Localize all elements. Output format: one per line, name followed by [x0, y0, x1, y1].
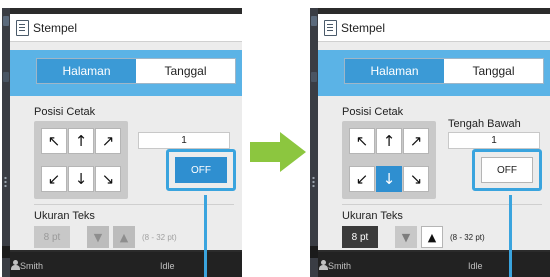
decrease-size-button[interactable]: ▼ [87, 226, 109, 248]
increase-size-button[interactable]: ▲ [113, 226, 135, 248]
off-button[interactable]: OFF [481, 157, 533, 183]
bezel-strip [310, 8, 318, 277]
tab-halaman[interactable]: Halaman [345, 59, 444, 83]
user-icon [319, 260, 328, 270]
size-range-text: (8 - 32 pt) [450, 233, 485, 242]
dialog-header: Stempel [318, 14, 550, 42]
document-icon [324, 19, 337, 36]
user-icon [11, 260, 20, 270]
callout-line [509, 195, 512, 277]
print-position-label: Posisi Cetak [342, 106, 404, 118]
top-right-arrow-button[interactable]: ↗ [95, 128, 121, 154]
bezel-indicator [3, 72, 9, 82]
position-pad: ↖ ↑ ↗ ↙ ↓ ↘ [342, 121, 436, 199]
bezel-strip [2, 8, 10, 277]
top-left-arrow-button[interactable]: ↖ [41, 128, 67, 154]
dialog-title: Stempel [33, 20, 78, 35]
decrease-size-button[interactable]: ▼ [395, 226, 417, 248]
bottom-left-arrow-button[interactable]: ↙ [41, 166, 67, 192]
callout-line [204, 195, 207, 277]
machine-status: Idle [160, 261, 175, 271]
bezel-edge [2, 246, 10, 258]
off-button[interactable]: OFF [175, 157, 227, 183]
tab-bar: Halaman Tanggal [36, 58, 236, 84]
tab-halaman[interactable]: Halaman [37, 59, 136, 83]
bezel-indicator [311, 72, 317, 82]
stamp-dialog: Stempel Halaman Tanggal Posisi Cetak Ten… [318, 14, 550, 250]
bezel-edge [310, 246, 318, 258]
bezel-grip-icon [4, 176, 7, 188]
bezel-indicator [311, 16, 317, 26]
text-size-value[interactable]: 8 pt [34, 226, 70, 248]
bottom-center-arrow-button[interactable]: ↓ [68, 166, 94, 192]
status-bar: Smith Idle [10, 252, 242, 277]
top-center-arrow-button[interactable]: ↑ [68, 128, 94, 154]
divider [342, 204, 542, 205]
machine-status: Idle [468, 261, 483, 271]
tab-tanggal[interactable]: Tanggal [136, 59, 235, 83]
page-count-field[interactable]: 1 [448, 132, 540, 149]
bottom-right-arrow-button[interactable]: ↘ [95, 166, 121, 192]
document-icon [16, 19, 29, 36]
bezel-indicator [3, 16, 9, 26]
tab-tanggal[interactable]: Tanggal [444, 59, 543, 83]
tab-bar: Halaman Tanggal [344, 58, 544, 84]
stamp-dialog: Stempel Halaman Tanggal Posisi Cetak ↖ ↑… [10, 14, 242, 250]
position-pad: ↖ ↑ ↗ ↙ ↓ ↘ [34, 121, 128, 199]
transition-arrow-icon [250, 132, 306, 172]
user-name: Smith [328, 261, 352, 271]
top-left-arrow-button[interactable]: ↖ [349, 128, 375, 154]
top-right-arrow-button[interactable]: ↗ [403, 128, 429, 154]
status-bar: Smith Idle [318, 252, 550, 277]
top-center-arrow-button[interactable]: ↑ [376, 128, 402, 154]
increase-size-button[interactable]: ▲ [421, 226, 443, 248]
text-size-value[interactable]: 8 pt [342, 226, 378, 248]
size-range-text: (8 - 32 pt) [142, 233, 177, 242]
left-screen: Stempel Halaman Tanggal Posisi Cetak ↖ ↑… [2, 8, 242, 277]
dialog-header: Stempel [10, 14, 242, 42]
print-position-label: Posisi Cetak [34, 106, 96, 118]
bottom-left-arrow-button[interactable]: ↙ [349, 166, 375, 192]
bottom-right-arrow-button[interactable]: ↘ [403, 166, 429, 192]
page-count-field[interactable]: 1 [138, 132, 230, 149]
bottom-center-arrow-button[interactable]: ↓ [376, 166, 402, 192]
selected-position-text: Tengah Bawah [448, 118, 521, 130]
right-screen: Stempel Halaman Tanggal Posisi Cetak Ten… [310, 8, 550, 277]
bezel-grip-icon [312, 176, 315, 188]
text-size-label: Ukuran Teks [342, 210, 403, 222]
user-name: Smith [20, 261, 44, 271]
text-size-label: Ukuran Teks [34, 210, 95, 222]
dialog-title: Stempel [341, 20, 386, 35]
